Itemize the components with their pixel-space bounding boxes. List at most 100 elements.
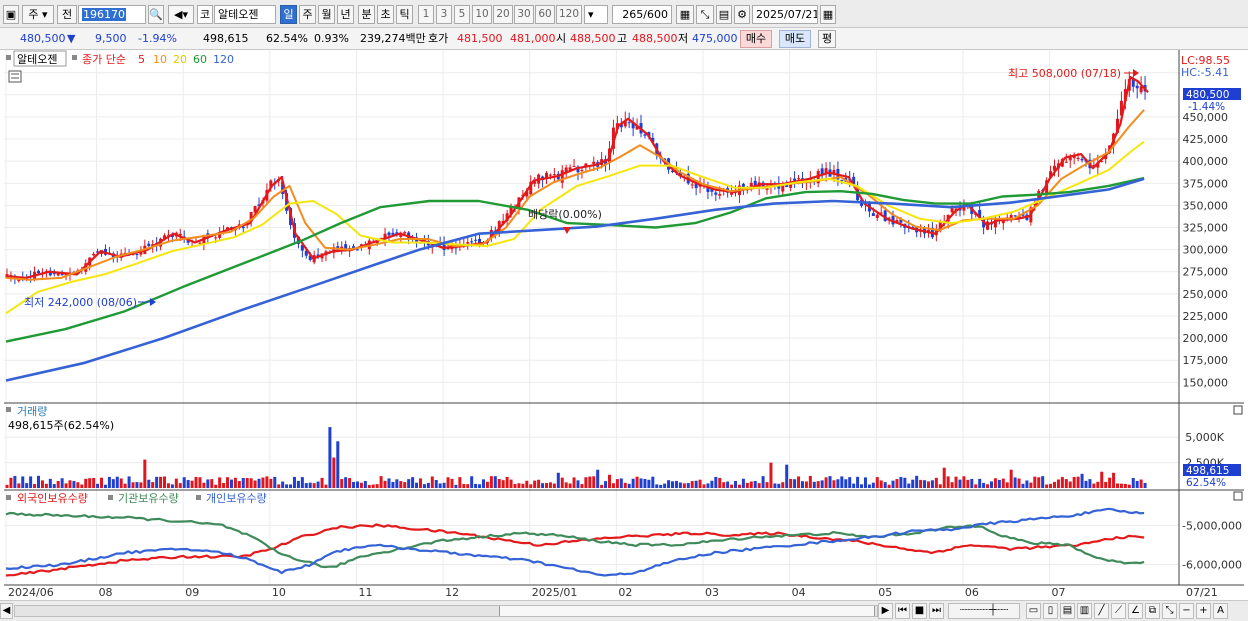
copy-icon[interactable]: ⧉ (1145, 603, 1160, 619)
minute-1-button[interactable]: 1 (418, 5, 434, 24)
gear-icon[interactable]: ⚙ (734, 5, 750, 24)
candle-body (466, 242, 470, 244)
scope-select[interactable]: 전 (57, 5, 77, 24)
tool-icon[interactable]: ▦ (676, 5, 694, 24)
period-year-tab[interactable]: 년 (337, 5, 354, 24)
volume-bar (863, 477, 867, 488)
layout-icon-1[interactable]: ▭ (1026, 603, 1041, 619)
stock-legend[interactable]: 알테오젠 (17, 52, 57, 66)
volume-bar (501, 480, 505, 488)
volume-bar (139, 482, 143, 488)
save-icon[interactable]: ▤ (716, 5, 732, 24)
layout-icon[interactable]: ▣ (3, 5, 19, 24)
period-second-tab[interactable]: 초 (377, 5, 394, 24)
scroll-left-icon[interactable]: ◀ (0, 603, 13, 619)
volume-bar (702, 484, 706, 488)
search-icon[interactable]: 🔍 (148, 5, 164, 24)
buy-button[interactable]: 매수 (740, 30, 772, 48)
fib-tool-icon[interactable]: ⟋ (1111, 603, 1126, 619)
zoom-in-icon[interactable]: + (1196, 603, 1211, 619)
volume-bar (265, 476, 269, 488)
legend-marker (72, 55, 77, 60)
layout-icon-3[interactable]: ▤ (1060, 603, 1075, 619)
volume-bar (100, 477, 104, 488)
font-size-icon[interactable]: A (1213, 603, 1228, 619)
volume-bar (828, 476, 832, 488)
layout-icon-2[interactable]: ▯ (1043, 603, 1058, 619)
volume-bar (84, 478, 88, 488)
change-rate: -1.94% (138, 32, 177, 45)
data-count-input[interactable]: 265/600 (612, 5, 672, 24)
stock-code-input[interactable]: 196170 (78, 5, 146, 24)
ma60-legend[interactable]: 60 (193, 53, 207, 66)
eval-button[interactable]: 평 (818, 30, 836, 48)
calculator-icon[interactable] (8, 70, 22, 83)
volume-bar (147, 479, 151, 488)
foreign-legend[interactable]: 외국인보유수량 (17, 492, 88, 505)
volume-bar (800, 481, 804, 488)
period-month-tab[interactable]: 월 (318, 5, 335, 24)
period-minute-tab[interactable]: 분 (358, 5, 375, 24)
volume-bar (836, 479, 840, 488)
institution-legend[interactable]: 기관보유수량 (118, 492, 179, 505)
volume-bar (111, 479, 115, 488)
volume-bar (769, 462, 773, 488)
ma10-legend[interactable]: 10 (153, 53, 167, 66)
chart-canvas[interactable]: 150,000 175,000 200,000 225,000 250,000 275,0… (0, 50, 1248, 600)
market-type-select[interactable]: 주 ▾ (22, 5, 54, 24)
investor-panel-close-icon[interactable] (1233, 491, 1243, 501)
date-input[interactable]: 2025/07/21 (752, 5, 818, 24)
period-tick-tab[interactable]: 틱 (396, 5, 413, 24)
volume-bar (919, 479, 923, 488)
minute-3-button[interactable]: 3 (436, 5, 452, 24)
minute-10-button[interactable]: 10 (472, 5, 492, 24)
ma20-legend[interactable]: 20 (173, 53, 187, 66)
first-page-icon[interactable]: ⏮ (895, 603, 910, 619)
volume-bar (434, 479, 438, 488)
draw-icon[interactable]: ⤡ (696, 5, 714, 24)
ma5-legend[interactable]: 5 (138, 53, 145, 66)
period-day-tab[interactable]: 일 (280, 5, 297, 24)
volume-bar (1009, 469, 1013, 488)
shrink-icon[interactable]: ⤡ (1162, 603, 1177, 619)
minute-30-button[interactable]: 30 (514, 5, 534, 24)
volume-bar (497, 479, 501, 488)
minute-120-button[interactable]: 120 (556, 5, 582, 24)
scroll-right-icon[interactable]: ▶ (878, 603, 893, 619)
volume-bar (446, 477, 450, 488)
volume-bar (308, 482, 312, 488)
scroll-thumb[interactable] (499, 606, 875, 616)
volume-bar (635, 476, 639, 488)
price-legend-title[interactable]: 종가 단순 (82, 53, 126, 66)
volume-info: 498,615주(62.54%) (8, 419, 114, 432)
last-page-icon[interactable]: ⏭ (929, 603, 944, 619)
period-week-tab[interactable]: 주 (299, 5, 316, 24)
candle-body (580, 169, 584, 171)
volume-bar (1045, 484, 1049, 488)
minute-5-button[interactable]: 5 (454, 5, 470, 24)
speaker-icon[interactable]: ◀▾ (168, 5, 194, 24)
layout-icon-4[interactable]: ▥ (1077, 603, 1092, 619)
volume-bar (560, 477, 564, 488)
candle-body (37, 270, 41, 274)
ma120-legend[interactable]: 120 (213, 53, 234, 66)
time-tick-label: 05 (878, 586, 892, 599)
zoom-slider[interactable]: ┈┈┈┈┈┼┈┈ (948, 603, 1020, 619)
volume-bar (521, 483, 525, 488)
minute-60-button[interactable]: 60 (535, 5, 555, 24)
volume-legend-title[interactable]: 거래량 (17, 405, 47, 418)
zoom-out-icon[interactable]: − (1179, 603, 1194, 619)
sell-button[interactable]: 매도 (779, 30, 811, 48)
volume-bar (883, 482, 887, 488)
minute-20-button[interactable]: 20 (493, 5, 513, 24)
angle-tool-icon[interactable]: ∠ (1128, 603, 1143, 619)
volume-panel-close-icon[interactable] (1233, 405, 1243, 415)
volume-bar (5, 484, 9, 488)
calendar-icon[interactable]: ▦ (820, 5, 836, 24)
individual-legend[interactable]: 개인보유수량 (206, 492, 267, 505)
stop-icon[interactable]: ■ (912, 603, 927, 619)
volume-bar (718, 477, 722, 488)
custom-period-select[interactable]: ▾ (584, 5, 608, 24)
line-tool-icon[interactable]: ╱ (1094, 603, 1109, 619)
horizontal-scrollbar[interactable] (14, 605, 878, 617)
